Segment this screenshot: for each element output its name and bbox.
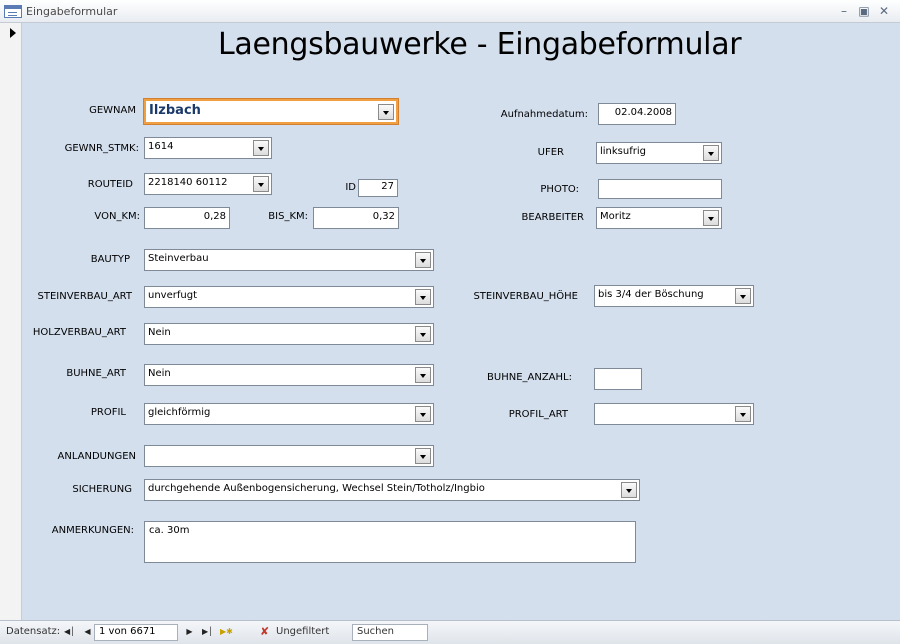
steinverbau-art-label: STEINVERBAU_ART — [37, 291, 132, 302]
ufer-label: UFER — [537, 147, 564, 158]
maximize-icon[interactable]: ▣ — [856, 3, 872, 19]
chevron-down-icon[interactable] — [703, 210, 719, 226]
profil-combobox[interactable]: gleichförmig — [144, 403, 434, 425]
steinverbau-hoehe-label: STEINVERBAU_HÖHE — [473, 291, 578, 302]
chevron-down-icon[interactable] — [735, 288, 751, 304]
chevron-down-icon[interactable] — [253, 176, 269, 192]
bis-km-label: BIS_KM: — [268, 211, 308, 222]
anmerkungen-label: ANMERKUNGEN: — [51, 525, 134, 536]
new-record-icon[interactable]: ▶✱ — [220, 626, 233, 638]
last-record-icon[interactable]: ▶│ — [202, 626, 213, 638]
sicherung-label: SICHERUNG — [72, 484, 132, 495]
ufer-combobox[interactable]: linksufrig — [596, 142, 722, 164]
bautyp-value: Steinverbau — [148, 253, 209, 264]
filter-status-button[interactable]: Ungefiltert — [276, 626, 329, 637]
profil-art-combobox[interactable] — [594, 403, 754, 425]
routeid-value: 2218140 60112 — [148, 177, 228, 188]
id-label: ID — [345, 182, 356, 193]
buhne-anzahl-label: BUHNE_ANZAHL: — [487, 372, 572, 383]
aufnahmedatum-label: Aufnahmedatum: — [500, 109, 588, 120]
chevron-down-icon[interactable] — [378, 104, 394, 120]
sicherung-value: durchgehende Außenbogensicherung, Wechse… — [148, 483, 485, 494]
profil-art-label: PROFIL_ART — [508, 409, 568, 420]
gewnr-stmk-combobox[interactable]: 1614 — [144, 137, 272, 159]
gewnr-stmk-label: GEWNR_STMK: — [64, 143, 139, 154]
chevron-down-icon[interactable] — [253, 140, 269, 156]
bearbeiter-combobox[interactable]: Moritz — [596, 207, 722, 229]
chevron-down-icon[interactable] — [621, 482, 637, 498]
steinverbau-art-combobox[interactable]: unverfugt — [144, 286, 434, 308]
buhne-art-value: Nein — [148, 368, 171, 379]
steinverbau-art-value: unverfugt — [148, 290, 197, 301]
form-title: Laengsbauwerke - Eingabeformular — [218, 27, 742, 62]
previous-record-icon[interactable]: ◀ — [82, 626, 93, 638]
bautyp-combobox[interactable]: Steinverbau — [144, 249, 434, 271]
window-titlebar: Eingabeformular – ▣ ✕ — [0, 0, 900, 23]
chevron-down-icon[interactable] — [703, 145, 719, 161]
chevron-down-icon[interactable] — [415, 289, 431, 305]
chevron-down-icon[interactable] — [415, 252, 431, 268]
bearbeiter-value: Moritz — [600, 211, 631, 222]
aufnahmedatum-field[interactable]: 02.04.2008 — [598, 103, 676, 125]
holzverbau-art-value: Nein — [148, 327, 171, 338]
record-selector[interactable] — [0, 23, 22, 620]
sicherung-combobox[interactable]: durchgehende Außenbogensicherung, Wechse… — [144, 479, 640, 501]
id-field[interactable]: 27 — [358, 179, 398, 197]
chevron-down-icon[interactable] — [415, 448, 431, 464]
record-navigation-bar: Datensatz: ◀│ ◀ 1 von 6671 ▶ ▶│ ▶✱ ✘ Ung… — [0, 620, 900, 644]
buhne-art-label: BUHNE_ART — [66, 368, 126, 379]
current-record-arrow-icon — [10, 28, 16, 38]
bautyp-label: BAUTYP — [90, 254, 130, 265]
form-body: Laengsbauwerke - Eingabeformular GEWNAM … — [22, 23, 900, 620]
gewnam-combobox[interactable]: Ilzbach — [144, 99, 398, 124]
ufer-value: linksufrig — [600, 146, 646, 157]
routeid-label: ROUTEID — [87, 179, 133, 190]
chevron-down-icon[interactable] — [415, 326, 431, 342]
buhne-art-combobox[interactable]: Nein — [144, 364, 434, 386]
filter-icon[interactable]: ✘ — [260, 626, 272, 638]
chevron-down-icon[interactable] — [735, 406, 751, 422]
chevron-down-icon[interactable] — [415, 406, 431, 422]
first-record-icon[interactable]: ◀│ — [64, 626, 75, 638]
search-input[interactable]: Suchen — [352, 624, 428, 641]
bearbeiter-label: BEARBEITER — [521, 212, 584, 223]
anlandungen-label: ANLANDUNGEN — [57, 451, 137, 462]
holzverbau-art-label: HOLZVERBAU_ART — [32, 327, 126, 338]
gewnam-value: Ilzbach — [149, 103, 201, 118]
next-record-icon[interactable]: ▶ — [184, 626, 195, 638]
record-label: Datensatz: — [6, 626, 61, 637]
gewnr-stmk-value: 1614 — [148, 141, 174, 152]
minimize-icon[interactable]: – — [836, 3, 852, 19]
profil-label: PROFIL — [90, 407, 126, 418]
von-km-label: VON_KM: — [94, 211, 140, 222]
anlandungen-combobox[interactable] — [144, 445, 434, 467]
holzverbau-art-combobox[interactable]: Nein — [144, 323, 434, 345]
buhne-anzahl-field[interactable] — [594, 368, 642, 390]
form-icon — [4, 5, 22, 18]
von-km-field[interactable]: 0,28 — [144, 207, 230, 229]
chevron-down-icon[interactable] — [415, 367, 431, 383]
photo-field[interactable] — [598, 179, 722, 199]
routeid-combobox[interactable]: 2218140 60112 — [144, 173, 272, 195]
close-icon[interactable]: ✕ — [876, 3, 892, 19]
steinverbau-hoehe-value: bis 3/4 der Böschung — [598, 289, 704, 300]
gewnam-label: GEWNAM — [89, 105, 136, 116]
profil-value: gleichförmig — [148, 407, 211, 418]
anmerkungen-textarea[interactable]: ca. 30m — [144, 521, 636, 563]
record-position-input[interactable]: 1 von 6671 — [94, 624, 178, 641]
bis-km-field[interactable]: 0,32 — [313, 207, 399, 229]
steinverbau-hoehe-combobox[interactable]: bis 3/4 der Böschung — [594, 285, 754, 307]
window-title: Eingabeformular — [26, 5, 118, 18]
photo-label: PHOTO: — [540, 184, 579, 195]
